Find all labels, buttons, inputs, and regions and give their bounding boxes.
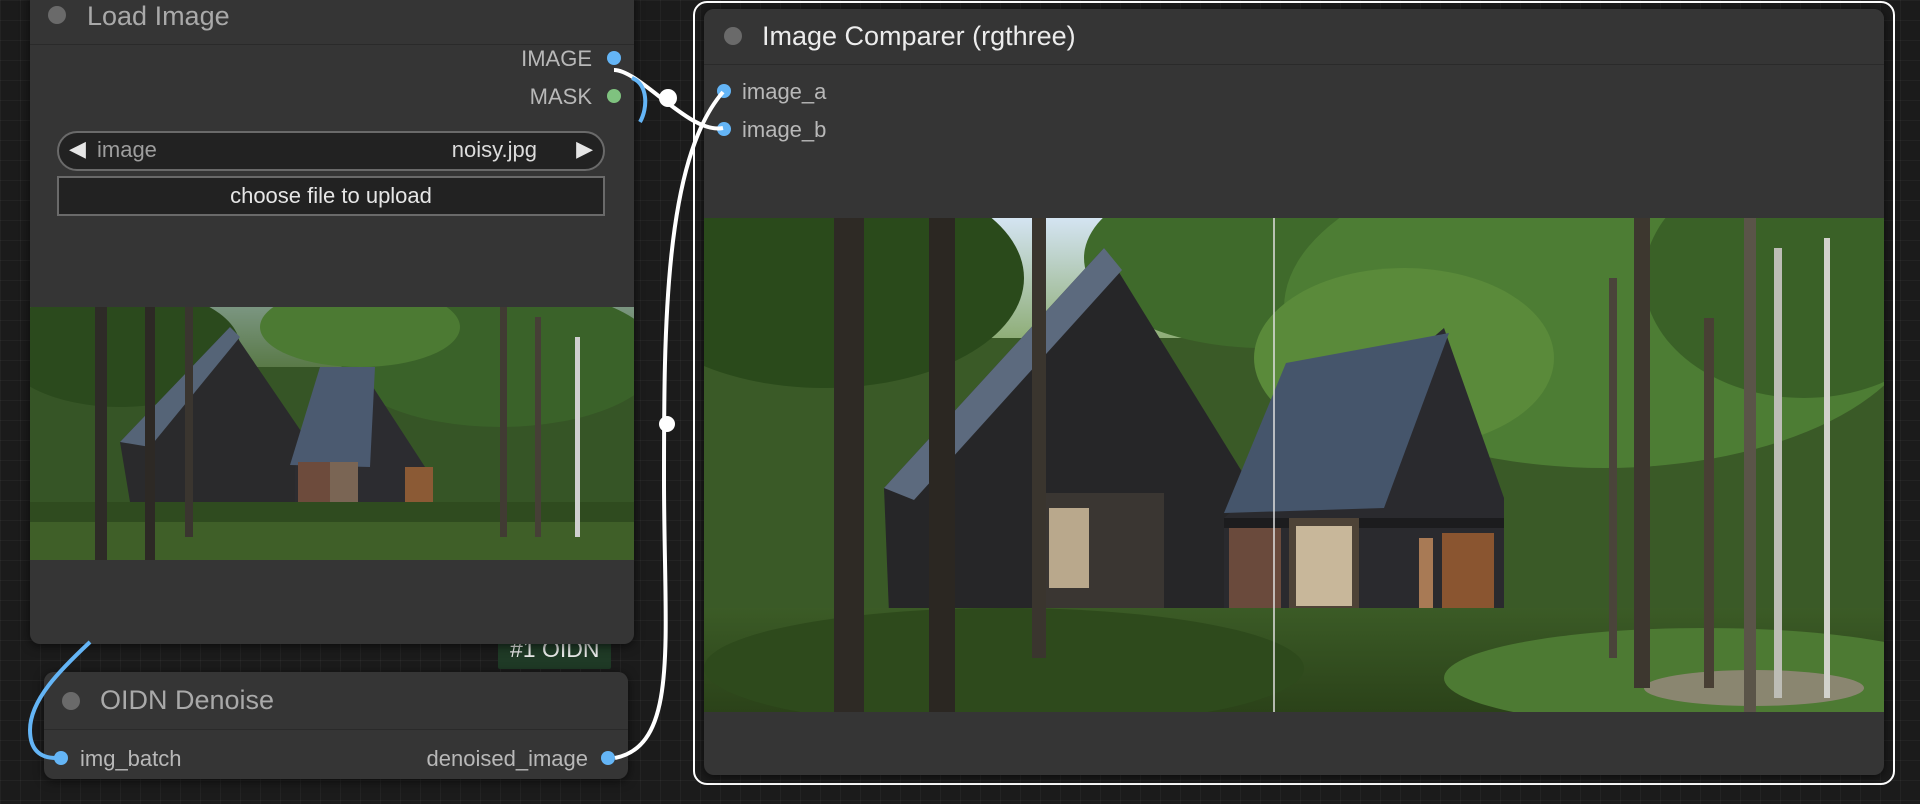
input-label-img-batch: img_batch [80, 746, 182, 771]
comparison-image[interactable] [704, 218, 1884, 712]
input-label-image-a: image_a [742, 79, 827, 104]
oidn-denoise-node[interactable]: OIDN Denoise img_batch denoised_image [44, 672, 628, 779]
input-slot-img-batch[interactable] [54, 751, 68, 765]
wire-reroute-dot [659, 89, 677, 107]
image-combo-value: noisy.jpg [451, 137, 537, 162]
output-label-mask: MASK [529, 84, 592, 109]
output-slot-denoised-image[interactable] [601, 751, 615, 765]
load-image-title: Load Image [87, 1, 230, 31]
arrow-right-icon[interactable]: ▶ [576, 136, 593, 162]
image-comparer-header[interactable]: Image Comparer (rgthree) [704, 9, 1884, 65]
load-image-preview [30, 307, 634, 560]
output-label-image: IMAGE [521, 46, 592, 71]
input-slot-image-a[interactable] [717, 84, 731, 98]
output-slot-mask[interactable] [607, 89, 621, 103]
load-image-node[interactable]: Load Image IMAGE MASK ◀ image noisy.jpg … [30, 0, 634, 644]
image-comparer-node[interactable]: Image Comparer (rgthree) image_a image_b [704, 9, 1884, 775]
image-combo-name: image [97, 137, 157, 162]
output-label-denoised-image: denoised_image [426, 746, 588, 771]
input-label-image-b: image_b [742, 117, 827, 142]
collapse-dot-icon[interactable] [62, 692, 80, 710]
load-image-header[interactable]: Load Image [30, 0, 634, 45]
image-comparer-title: Image Comparer (rgthree) [762, 21, 1076, 51]
arrow-left-icon[interactable]: ◀ [69, 136, 86, 162]
oidn-denoise-header[interactable]: OIDN Denoise [44, 672, 628, 730]
collapse-dot-icon[interactable] [724, 27, 742, 45]
input-slot-image-b[interactable] [717, 122, 731, 136]
collapse-dot-icon[interactable] [48, 6, 66, 24]
image-combo-widget[interactable]: ◀ image noisy.jpg ▶ [57, 131, 605, 171]
output-slot-image[interactable] [607, 51, 621, 65]
oidn-denoise-title: OIDN Denoise [100, 685, 275, 715]
choose-file-button[interactable]: choose file to upload [57, 176, 605, 216]
wire-reroute-dot [659, 416, 675, 432]
